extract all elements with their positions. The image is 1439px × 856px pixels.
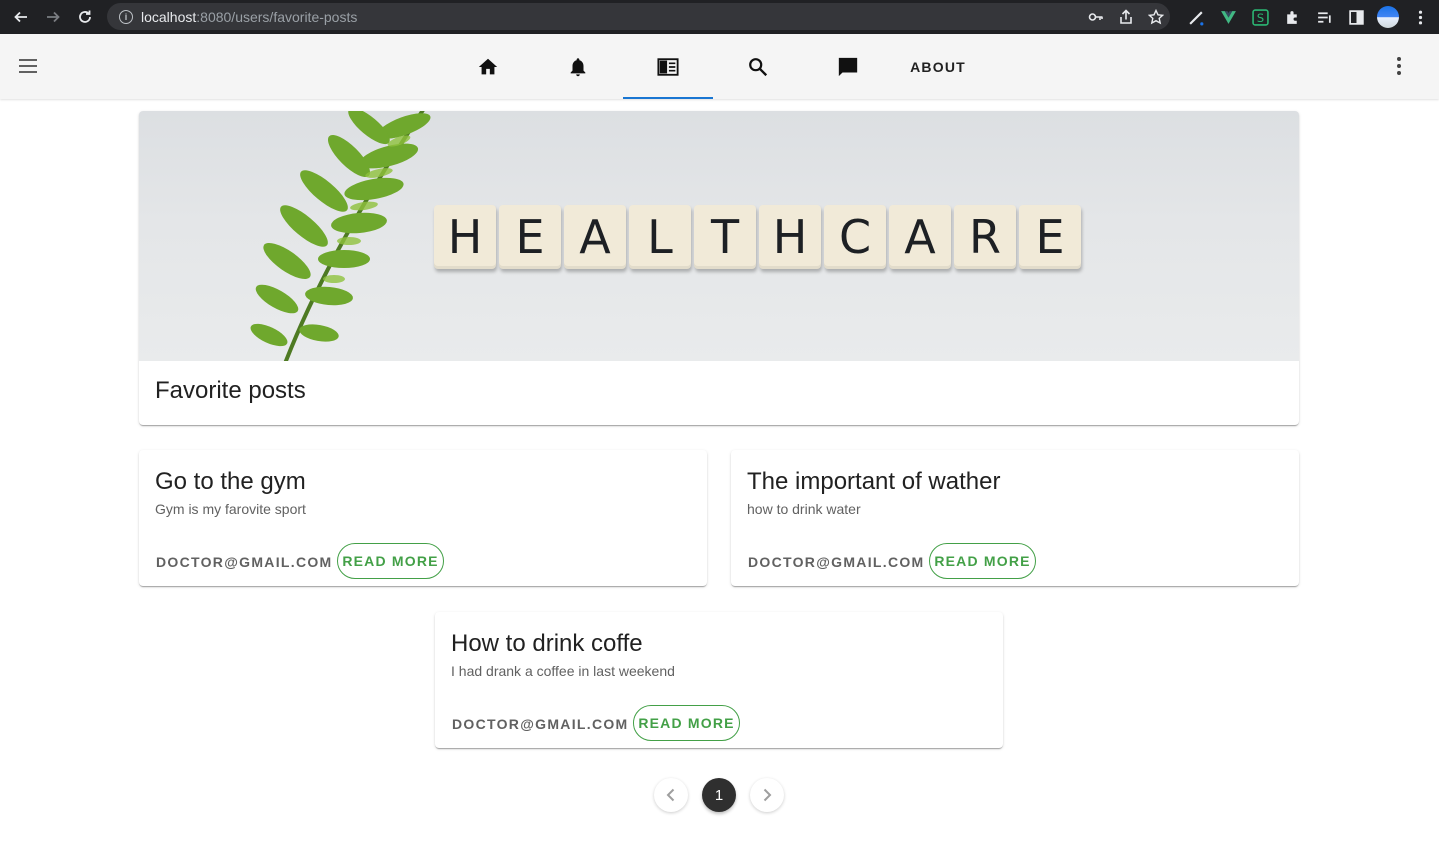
post-card: How to drink coffe I had drank a coffee … <box>435 612 1003 748</box>
read-more-button[interactable]: READ MORE <box>929 543 1036 579</box>
post-title: How to drink coffe <box>451 630 643 657</box>
letter-tile: A <box>889 205 951 269</box>
next-page-button[interactable] <box>750 778 784 812</box>
browser-menu-button[interactable] <box>1404 0 1436 34</box>
tab-home[interactable] <box>443 34 533 99</box>
post-card: Go to the gym Gym is my farovite sport D… <box>139 450 707 586</box>
letter-tile: E <box>499 205 561 269</box>
post-author[interactable]: DOCTOR@GMAIL.COM <box>748 554 925 570</box>
chevron-left-icon <box>666 788 675 802</box>
key-icon[interactable] <box>1088 9 1104 25</box>
extension-pen[interactable] <box>1180 0 1212 34</box>
app-bar: ABOUT <box>0 34 1439 99</box>
site-info-icon[interactable]: i <box>119 9 133 24</box>
app-menu-button[interactable] <box>1381 48 1417 84</box>
nav-drawer-button[interactable] <box>10 48 46 84</box>
letter-tile: E <box>1019 205 1081 269</box>
url-path: :8080/users/favorite-posts <box>196 8 358 25</box>
extension-vue[interactable] <box>1212 0 1244 34</box>
post-author[interactable]: DOCTOR@GMAIL.COM <box>452 716 629 732</box>
letter-tile: T <box>694 205 756 269</box>
vue-icon <box>1220 10 1236 24</box>
read-more-button[interactable]: READ MORE <box>337 543 444 579</box>
newspaper-icon <box>657 57 679 76</box>
letter-tile: L <box>629 205 691 269</box>
arrow-left-icon <box>14 11 27 23</box>
healthcare-banner-image: H E A L T H C A R E <box>139 111 1299 361</box>
search-icon <box>749 57 768 76</box>
post-title: Go to the gym <box>155 468 306 495</box>
page-button-current[interactable]: 1 <box>702 778 736 812</box>
letter-tile: H <box>434 205 496 269</box>
star-icon[interactable] <box>1148 8 1164 25</box>
read-more-button[interactable]: READ MORE <box>633 705 740 741</box>
forward-button[interactable] <box>37 0 69 34</box>
letter-tile: H <box>759 205 821 269</box>
svg-text:S: S <box>1256 10 1263 24</box>
pen-icon <box>1188 10 1203 25</box>
tab-search[interactable] <box>713 34 803 99</box>
reload-icon <box>79 10 91 23</box>
post-subtitle: I had drank a coffee in last weekend <box>451 663 675 679</box>
address-url[interactable]: localhost:8080/users/favorite-posts <box>141 9 357 25</box>
s-extension-icon: S <box>1251 8 1269 26</box>
letter-tile: R <box>954 205 1016 269</box>
share-icon[interactable] <box>1118 8 1134 25</box>
previous-page-button[interactable] <box>654 778 688 812</box>
avatar <box>1377 6 1399 28</box>
reload-button[interactable] <box>69 0 101 34</box>
url-host: localhost <box>141 8 197 25</box>
puzzle-icon <box>1286 10 1297 24</box>
post-card: The important of wather how to drink wat… <box>731 450 1299 586</box>
arrow-right-icon <box>47 11 60 23</box>
page-title: Favorite posts <box>155 377 306 404</box>
main-tabs: ABOUT <box>443 34 983 99</box>
chevron-right-icon <box>763 788 772 802</box>
post-title: The important of wather <box>747 468 1001 495</box>
tab-about-label: ABOUT <box>910 58 966 75</box>
extension-s[interactable]: S <box>1244 0 1276 34</box>
tab-messages[interactable] <box>803 34 893 99</box>
favorite-posts-header-card: H E A L T H C A R E Favorite posts <box>139 111 1299 425</box>
home-icon <box>478 58 498 74</box>
bell-icon <box>570 57 586 76</box>
tab-favorite-posts[interactable] <box>623 34 713 99</box>
more-vertical-icon <box>1397 57 1401 75</box>
back-button[interactable] <box>5 0 37 34</box>
browser-toolbar: i localhost:8080/users/favorite-posts S <box>0 0 1439 34</box>
hamburger-menu-icon <box>19 59 37 73</box>
reading-list-icon <box>1317 11 1331 23</box>
tab-about[interactable]: ABOUT <box>893 34 983 99</box>
more-vertical-icon <box>1418 10 1422 24</box>
letter-tiles: H E A L T H C A R E <box>434 205 1081 269</box>
post-author[interactable]: DOCTOR@GMAIL.COM <box>156 554 333 570</box>
post-subtitle: how to drink water <box>747 501 861 517</box>
letter-tile: C <box>824 205 886 269</box>
post-subtitle: Gym is my farovite sport <box>155 501 306 517</box>
address-bar-actions <box>1088 3 1164 30</box>
fern-leaf-illustration <box>250 111 431 361</box>
extensions-area: S <box>1180 0 1436 34</box>
reading-list-button[interactable] <box>1308 0 1340 34</box>
profile-button[interactable] <box>1372 0 1404 34</box>
extensions-button[interactable] <box>1276 0 1308 34</box>
letter-tile: A <box>564 205 626 269</box>
chat-icon <box>838 57 858 76</box>
side-panel-icon <box>1348 9 1364 25</box>
tab-notifications[interactable] <box>533 34 623 99</box>
side-panel-button[interactable] <box>1340 0 1372 34</box>
address-bar[interactable]: i localhost:8080/users/favorite-posts <box>107 3 1170 30</box>
